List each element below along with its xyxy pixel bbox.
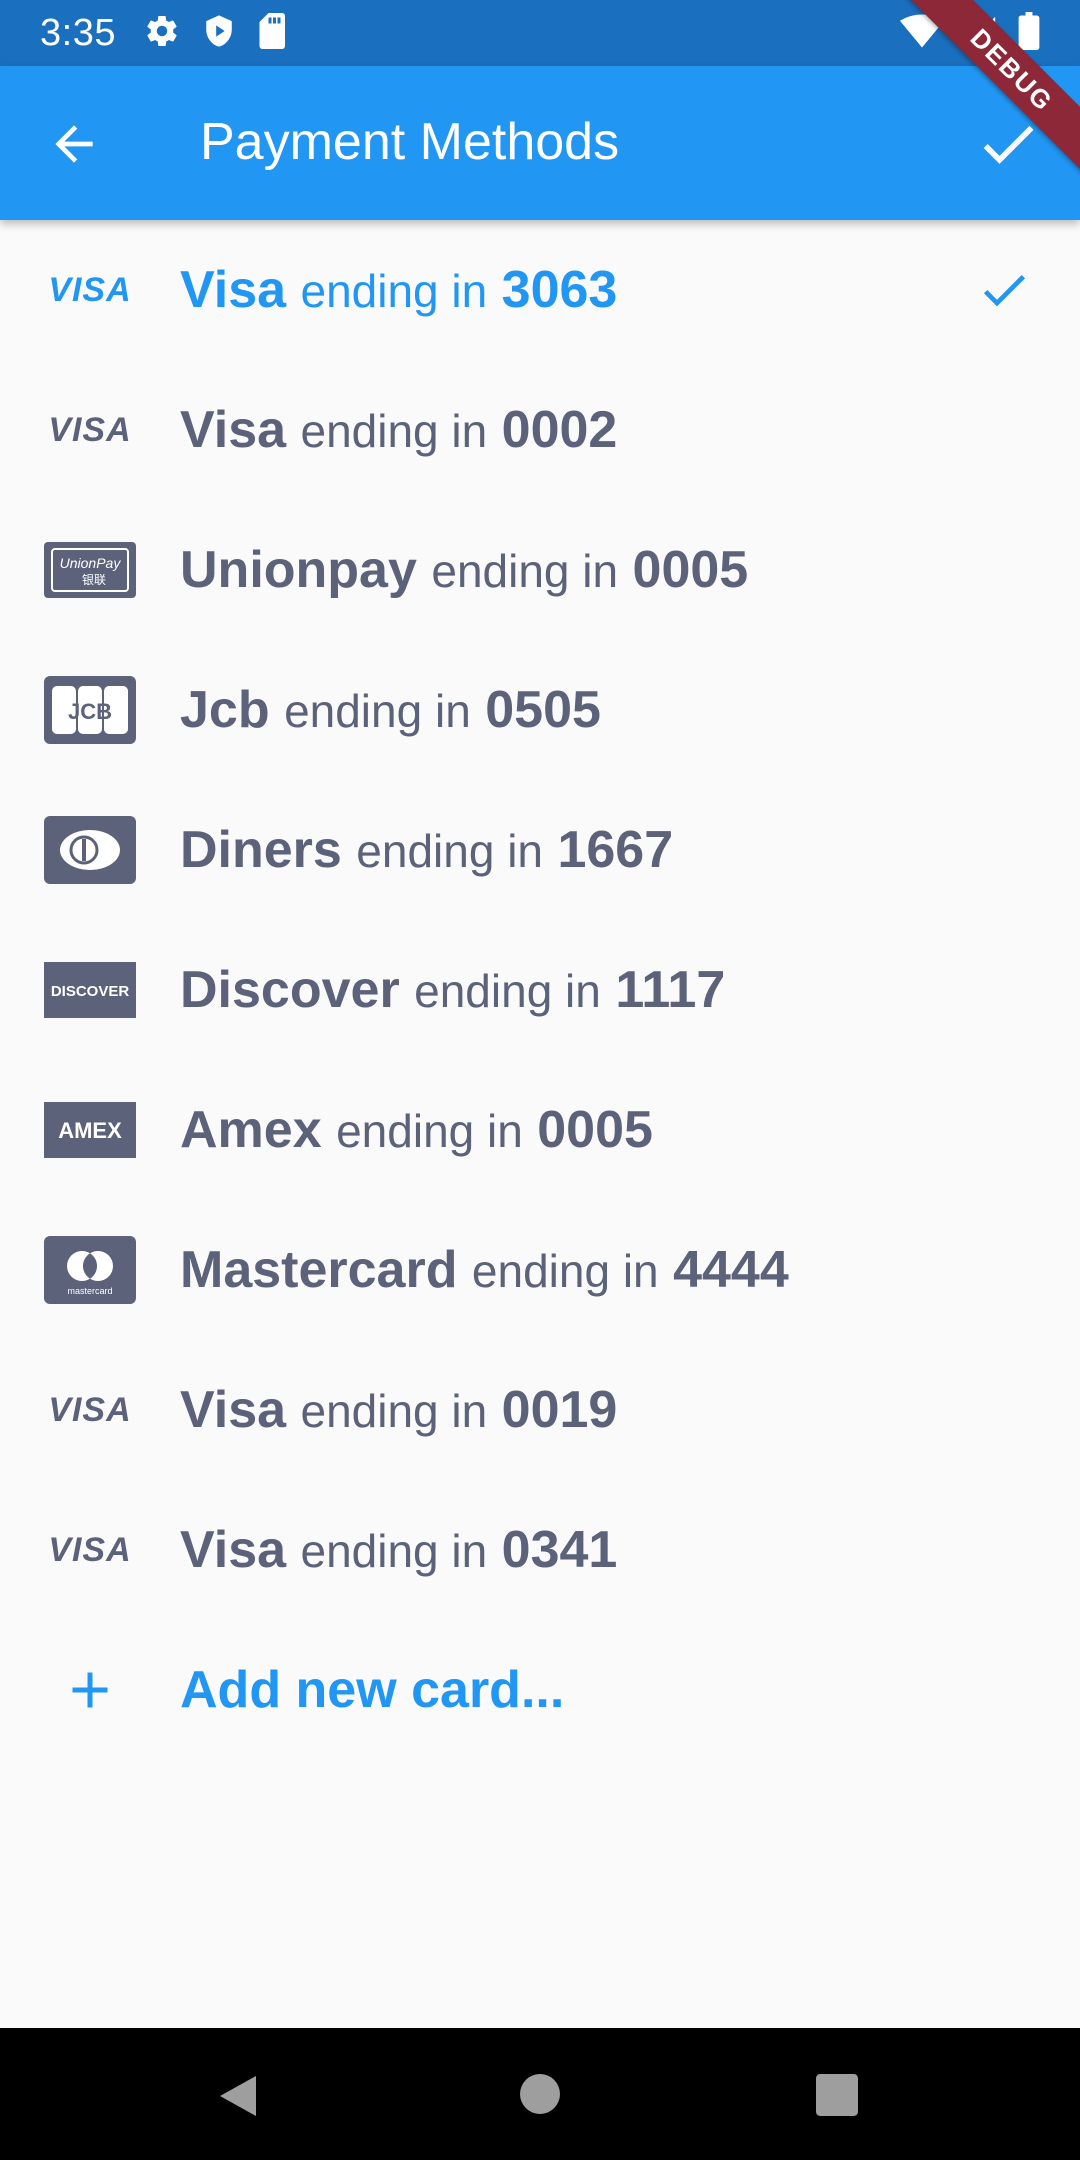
card-brand: Visa [180, 1521, 287, 1579]
app-bar: Payment Methods [0, 66, 1080, 220]
card-brand: Discover [180, 961, 400, 1019]
card-row-visa-0019[interactable]: VISA Visa ending in 0019 [0, 1340, 1080, 1480]
card-label: Unionpay ending in 0005 [180, 540, 748, 600]
status-bar: 3:35 [0, 0, 1080, 66]
card-ending-text: ending in [414, 965, 601, 1017]
svg-text:UnionPay: UnionPay [60, 555, 122, 571]
nav-recents-button[interactable] [816, 2074, 858, 2121]
card-last4: 3063 [501, 261, 618, 319]
jcb-logo-icon: JCB [44, 676, 136, 744]
card-last4: 0005 [537, 1101, 653, 1159]
card-last4: 0002 [501, 401, 618, 459]
card-brand: Amex [180, 1101, 322, 1159]
svg-text:mastercard: mastercard [67, 1286, 112, 1296]
card-brand: Unionpay [180, 541, 417, 599]
svg-text:DISCOVER: DISCOVER [51, 983, 130, 1000]
unionpay-logo-icon: UnionPay 银联 [44, 536, 136, 604]
card-row-visa-0002[interactable]: VISA Visa ending in 0002 [0, 360, 1080, 500]
card-last4: 0505 [485, 681, 601, 739]
card-last4: 0341 [501, 1521, 618, 1579]
card-ending-text: ending in [300, 265, 488, 317]
card-ending-text: ending in [300, 1525, 488, 1577]
arrow-back-icon [55, 125, 93, 163]
status-time: 3:35 [40, 11, 116, 54]
card-brand: Visa [180, 401, 287, 459]
card-brand: Mastercard [180, 1241, 458, 1299]
add-card-label: Add new card... [180, 1661, 565, 1719]
card-ending-text: ending in [284, 685, 471, 737]
card-brand: Jcb [180, 681, 270, 739]
sd-card-icon [258, 12, 288, 54]
card-label: Visa ending in 0002 [180, 400, 617, 460]
amex-logo-icon: AMEX [44, 1096, 136, 1164]
card-last4: 0019 [501, 1381, 618, 1439]
visa-logo-icon: VISA [48, 1390, 132, 1429]
diners-logo-icon [44, 816, 136, 884]
card-row-visa-0341[interactable]: VISA Visa ending in 0341 [0, 1480, 1080, 1620]
svg-text:银联: 银联 [82, 573, 106, 587]
card-brand: Diners [180, 821, 342, 879]
card-ending-text: ending in [471, 1245, 659, 1297]
card-ending-text: ending in [431, 545, 619, 597]
system-nav-bar [0, 2028, 1080, 2160]
card-label: Discover ending in 1117 [180, 960, 725, 1020]
card-row-unionpay-0005[interactable]: UnionPay 银联 Unionpay ending in 0005 [0, 500, 1080, 640]
svg-text:AMEX: AMEX [58, 1118, 122, 1143]
card-row-jcb-0505[interactable]: JCB Jcb ending in 0505 [0, 640, 1080, 780]
visa-logo-icon: VISA [48, 410, 132, 449]
card-ending-text: ending in [336, 1105, 523, 1157]
visa-logo-icon: VISA [48, 270, 132, 309]
card-label: Mastercard ending in 4444 [180, 1240, 789, 1300]
gear-icon [144, 13, 180, 54]
card-last4: 4444 [673, 1241, 789, 1299]
nav-back-button[interactable] [216, 2072, 260, 2125]
add-new-card-button[interactable]: Add new card... [0, 1620, 1080, 1760]
card-last4: 1667 [557, 821, 674, 879]
shield-icon [202, 13, 236, 54]
svg-text:JCB: JCB [68, 699, 112, 724]
selected-check-icon [983, 275, 1025, 307]
card-ending-text: ending in [356, 825, 544, 877]
back-triangle-icon [220, 2076, 256, 2116]
card-label: Visa ending in 0341 [180, 1520, 617, 1580]
card-last4: 0005 [632, 541, 749, 599]
card-last4: 1117 [615, 961, 726, 1019]
status-icons-left [144, 12, 288, 54]
card-label: Jcb ending in 0505 [180, 680, 601, 740]
card-row-mastercard-4444[interactable]: mastercard Mastercard ending in 4444 [0, 1200, 1080, 1340]
card-ending-text: ending in [300, 1385, 488, 1437]
card-row-amex-0005[interactable]: AMEX Amex ending in 0005 [0, 1060, 1080, 1200]
mastercard-logo-icon: mastercard [44, 1236, 136, 1304]
card-label: Amex ending in 0005 [180, 1100, 653, 1160]
back-button[interactable] [44, 116, 104, 172]
plus-icon [44, 1656, 136, 1724]
home-circle-icon [520, 2074, 560, 2114]
card-label: Diners ending in 1667 [180, 820, 673, 880]
card-brand: Visa [180, 1381, 287, 1439]
card-row-discover-1117[interactable]: DISCOVER Discover ending in 1117 [0, 920, 1080, 1060]
visa-logo-icon: VISA [48, 1530, 132, 1569]
card-row-visa-3063[interactable]: VISA Visa ending in 3063 [0, 220, 1080, 360]
card-ending-text: ending in [300, 405, 488, 457]
payment-methods-list: VISA Visa ending in 3063 VISA Visa endin… [0, 220, 1080, 1760]
nav-home-button[interactable] [520, 2074, 560, 2119]
recents-square-icon [816, 2074, 858, 2116]
page-title: Payment Methods [200, 113, 620, 171]
card-label: Visa ending in 3063 [180, 260, 617, 320]
card-brand: Visa [180, 261, 287, 319]
discover-logo-icon: DISCOVER [44, 956, 136, 1024]
card-label: Visa ending in 0019 [180, 1380, 617, 1440]
card-row-diners-1667[interactable]: Diners ending in 1667 [0, 780, 1080, 920]
